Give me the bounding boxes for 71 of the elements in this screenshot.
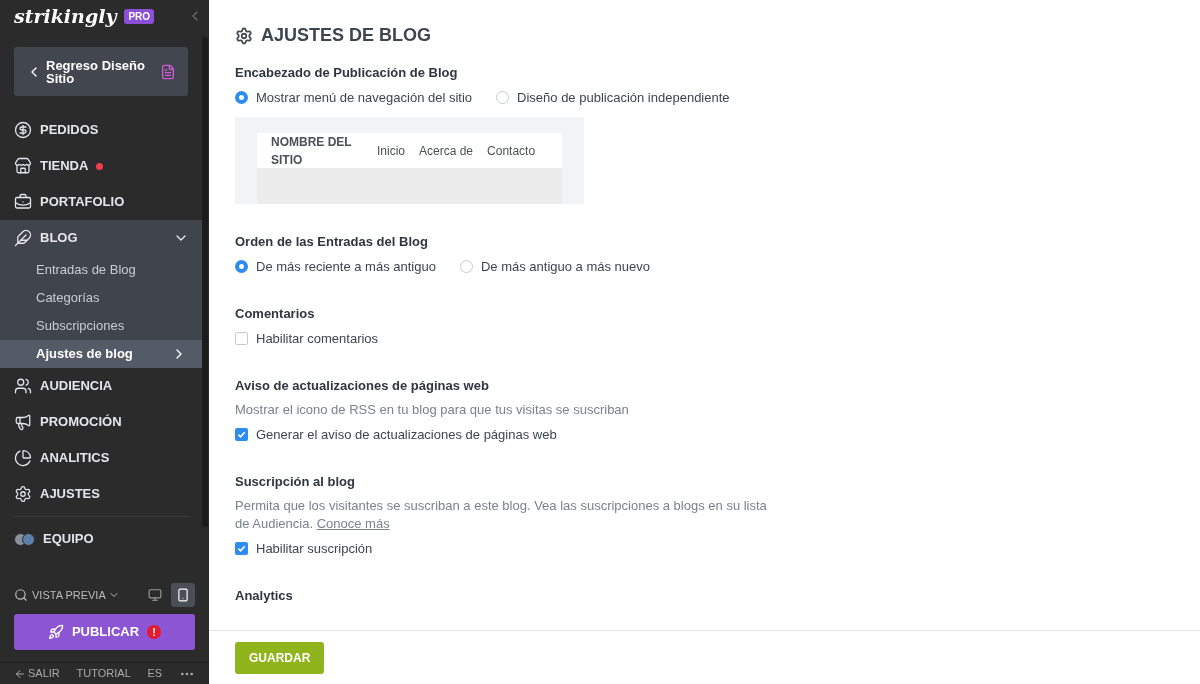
option-label: De más antiguo a más nuevo	[480, 257, 651, 276]
option-label: Generar el aviso de actualizaciones de páginas web	[256, 425, 557, 444]
nav-item[interactable]: AUDIENCIA	[0, 368, 203, 404]
option-label: Habilitar suscripción	[256, 539, 373, 558]
option-label: Habilitar comentarios	[256, 329, 379, 348]
mobile-toggle[interactable]	[171, 583, 195, 607]
section-heading: Comentarios	[235, 305, 316, 323]
section-heading: Analytics	[235, 587, 294, 605]
phone-icon	[176, 588, 190, 602]
briefcase-icon	[14, 193, 32, 211]
section-heading: Aviso de actualizaciones de páginas web	[235, 377, 490, 395]
megaphone-icon	[14, 413, 32, 431]
rocket-icon	[47, 624, 64, 640]
feather-icon	[14, 229, 32, 247]
submenu-item[interactable]: Ajustes de blog	[0, 340, 203, 368]
checkbox[interactable]	[235, 331, 248, 345]
learn-more-link[interactable]: Conoce más	[316, 515, 390, 531]
pie-chart-icon	[14, 449, 32, 467]
section-heading: Orden de las Entradas del Blog	[235, 233, 429, 251]
option-label: Mostrar menú de navegación del sitio	[256, 88, 473, 107]
nav-label: TIENDA	[40, 157, 89, 176]
nav-label: PROMOCIÓN	[40, 413, 122, 432]
nav-item[interactable]: PORTAFOLIO	[0, 184, 203, 220]
submenu-item[interactable]: Subscripciones	[0, 312, 203, 340]
nav-item[interactable]: TIENDA	[0, 148, 203, 184]
nav-item[interactable]: AJUSTES	[0, 476, 203, 512]
page-title: AJUSTES DE BLOG	[261, 24, 432, 47]
section-description: Permita que los visitantes se suscriban a este blog. Vea las suscripciones a blogs en su lista de Audiencia. Conoce más	[235, 496, 768, 533]
submenu-item[interactable]: Entradas de Blog	[0, 256, 203, 284]
nav-item[interactable]: BLOG	[0, 220, 203, 256]
checkbox[interactable]	[235, 427, 248, 441]
arrow-left-icon	[14, 667, 26, 680]
plan-badge: PRO	[124, 8, 155, 24]
search-icon	[14, 588, 28, 602]
settings-icon	[14, 485, 32, 503]
nav-label: BLOG	[40, 229, 78, 248]
option-label: Diseño de publicación independiente	[517, 88, 730, 107]
radio-button[interactable]	[235, 259, 248, 273]
radio-button[interactable]	[235, 90, 248, 104]
nav-item[interactable]: PEDIDOS	[0, 112, 203, 148]
dollar-icon	[14, 121, 32, 139]
nav-item[interactable]: PROMOCIÓN	[0, 404, 203, 440]
monitor-icon	[148, 588, 162, 602]
alert-badge: !	[147, 625, 162, 639]
page-icon	[160, 63, 176, 80]
site-name: NOMBRE DEL SITIO	[271, 133, 353, 169]
nav-label: EQUIPO	[43, 530, 94, 549]
section-heading: Encabezado de Publicación de Blog	[235, 64, 459, 82]
nav-label: AUDIENCIA	[40, 377, 113, 396]
settings-icon	[235, 26, 253, 45]
option-label: De más reciente a más antiguo	[256, 257, 436, 276]
nav-item[interactable]: EQUIPO	[0, 521, 203, 557]
section-description: Mostrar el icono de RSS en tu blog para que tus visitas se suscriban	[235, 400, 630, 419]
preview-dropdown[interactable]: VISTA PREVIA	[32, 586, 120, 604]
footer-link[interactable]: SALIR	[14, 665, 60, 682]
store-icon	[14, 157, 32, 175]
submenu-item[interactable]: Categorías	[0, 284, 203, 312]
publish-button[interactable]: PUBLICAR !	[14, 614, 195, 650]
footer-link[interactable]: ES	[147, 665, 163, 682]
users-icon	[14, 377, 32, 395]
nav-item[interactable]: ANALITICS	[0, 440, 203, 476]
section-heading: Suscripción al blog	[235, 473, 356, 491]
nav-label: ANALITICS	[40, 449, 110, 468]
nav-label: PORTAFOLIO	[40, 193, 125, 212]
nav-label: PEDIDOS	[40, 121, 99, 140]
footer-link[interactable]: TUTORIAL	[76, 665, 131, 682]
team-avatars-icon	[14, 532, 35, 546]
checkbox[interactable]	[235, 541, 248, 555]
nav-label: AJUSTES	[40, 485, 100, 504]
logo[interactable]: strikingly	[14, 1, 117, 31]
back-button[interactable]: Regreso Diseño Sitio	[14, 47, 188, 96]
